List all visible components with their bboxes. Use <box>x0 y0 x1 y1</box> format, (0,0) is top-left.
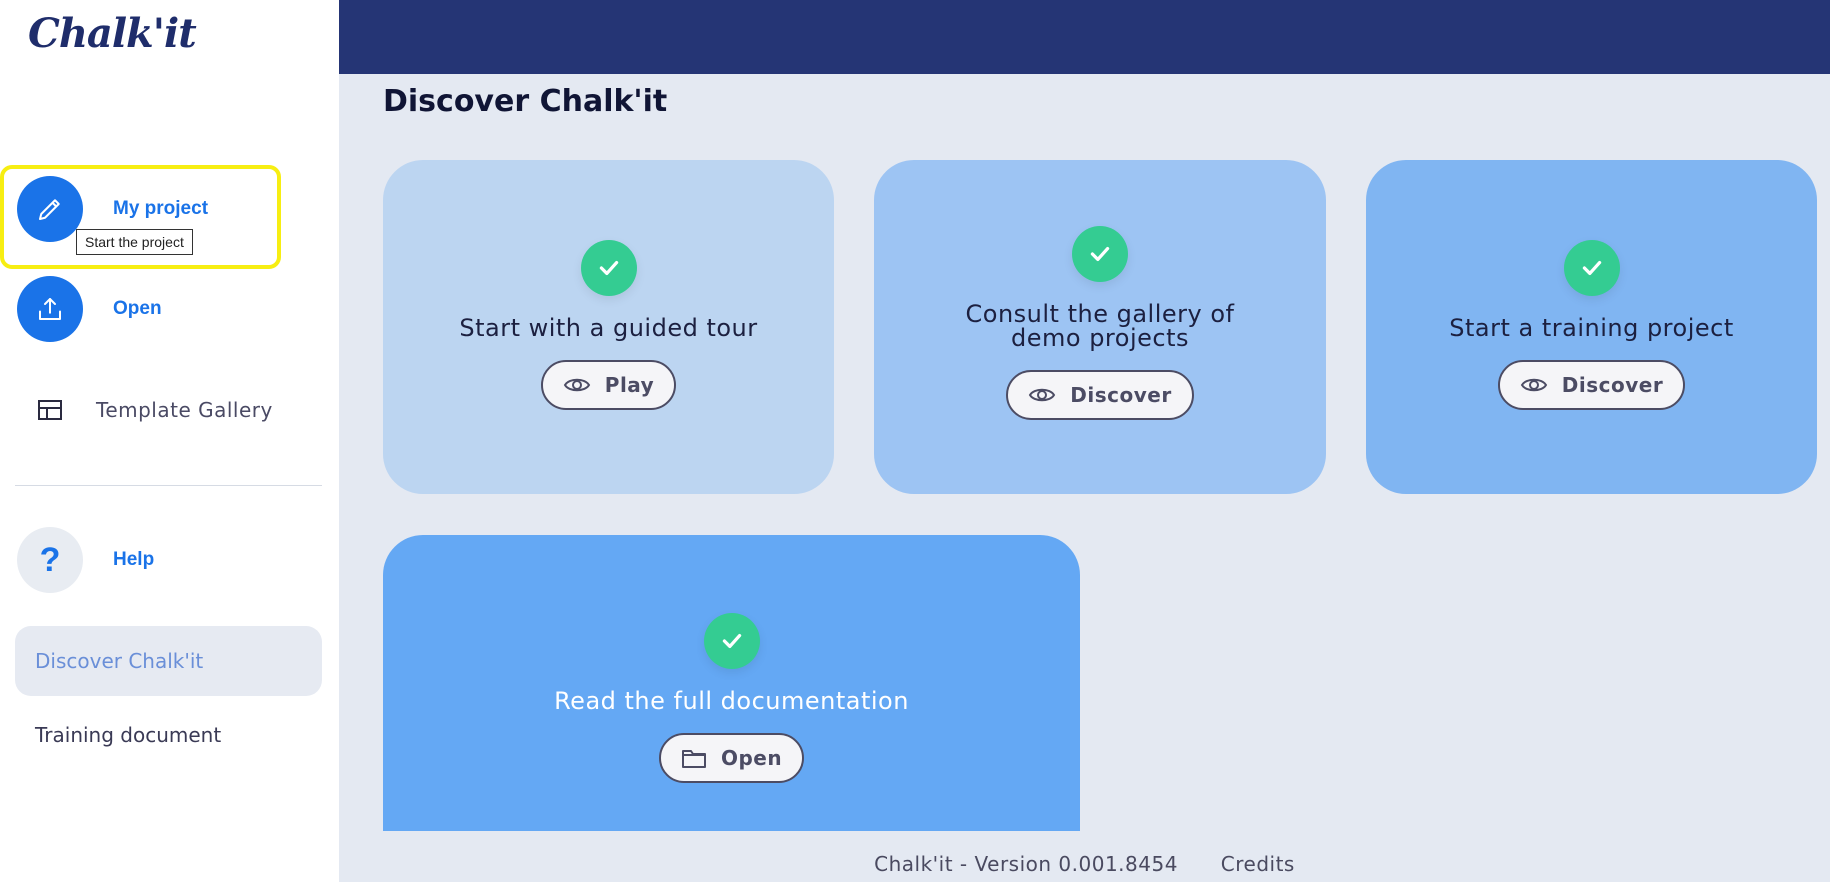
check-icon <box>703 613 760 669</box>
template-gallery-link[interactable]: Template Gallery <box>38 398 273 422</box>
open-button[interactable]: Open <box>17 276 162 342</box>
sidebar-divider <box>15 485 322 486</box>
page-title: Discover Chalk'it <box>383 84 668 119</box>
card-demo-gallery: Consult the gallery of demo projects Dis… <box>874 160 1326 494</box>
card-guided-tour: Start with a guided tour Play <box>383 160 834 494</box>
open-button-label: Open <box>720 746 783 770</box>
play-button[interactable]: Play <box>540 360 677 410</box>
nav-discover-chalkit[interactable]: Discover Chalk'it <box>15 626 322 696</box>
eye-icon <box>563 378 590 392</box>
card-text: Consult the gallery of demo projects <box>965 300 1235 352</box>
check-icon <box>580 240 637 296</box>
my-project-label: My project <box>113 198 209 219</box>
upload-icon <box>17 276 83 342</box>
card-text: Read the full documentation <box>554 687 909 715</box>
sidebar: Chalk'it My project Start the project Op… <box>0 0 339 882</box>
tooltip: Start the project <box>76 229 193 255</box>
card-training-project: Start a training project Discover <box>1366 160 1817 494</box>
discover-gallery-button[interactable]: Discover <box>1006 370 1194 420</box>
discover-training-button[interactable]: Discover <box>1497 360 1686 410</box>
card-documentation: Read the full documentation Open <box>383 535 1080 831</box>
card-text: Start a training project <box>1449 314 1734 342</box>
eye-icon <box>1029 388 1056 402</box>
top-bar <box>339 0 1830 74</box>
check-icon <box>1563 240 1620 296</box>
version-text: Chalk'it - Version 0.001.8454 <box>874 852 1178 876</box>
check-icon <box>1072 226 1128 282</box>
question-icon: ? <box>17 527 83 593</box>
help-button[interactable]: ? Help <box>17 527 154 593</box>
template-gallery-label: Template Gallery <box>96 398 273 422</box>
pencil-icon <box>17 176 83 242</box>
main-content: Discover Chalk'it Start with a guided to… <box>339 74 1830 882</box>
eye-icon <box>1520 378 1547 392</box>
nav-training-document[interactable]: Training document <box>15 700 322 770</box>
help-label: Help <box>113 549 155 570</box>
open-documentation-button[interactable]: Open <box>658 733 805 783</box>
app-logo[interactable]: Chalk'it <box>28 10 197 57</box>
footer: Chalk'it - Version 0.001.8454 Credits <box>339 852 1830 876</box>
play-button-label: Play <box>604 373 655 397</box>
card-text: Start with a guided tour <box>459 314 758 342</box>
template-icon <box>38 400 62 420</box>
discover-button-label: Discover <box>1070 383 1172 407</box>
discover-button-label: Discover <box>1561 373 1664 397</box>
open-label: Open <box>113 298 162 319</box>
credits-link[interactable]: Credits <box>1221 852 1295 876</box>
folder-icon <box>681 750 706 768</box>
